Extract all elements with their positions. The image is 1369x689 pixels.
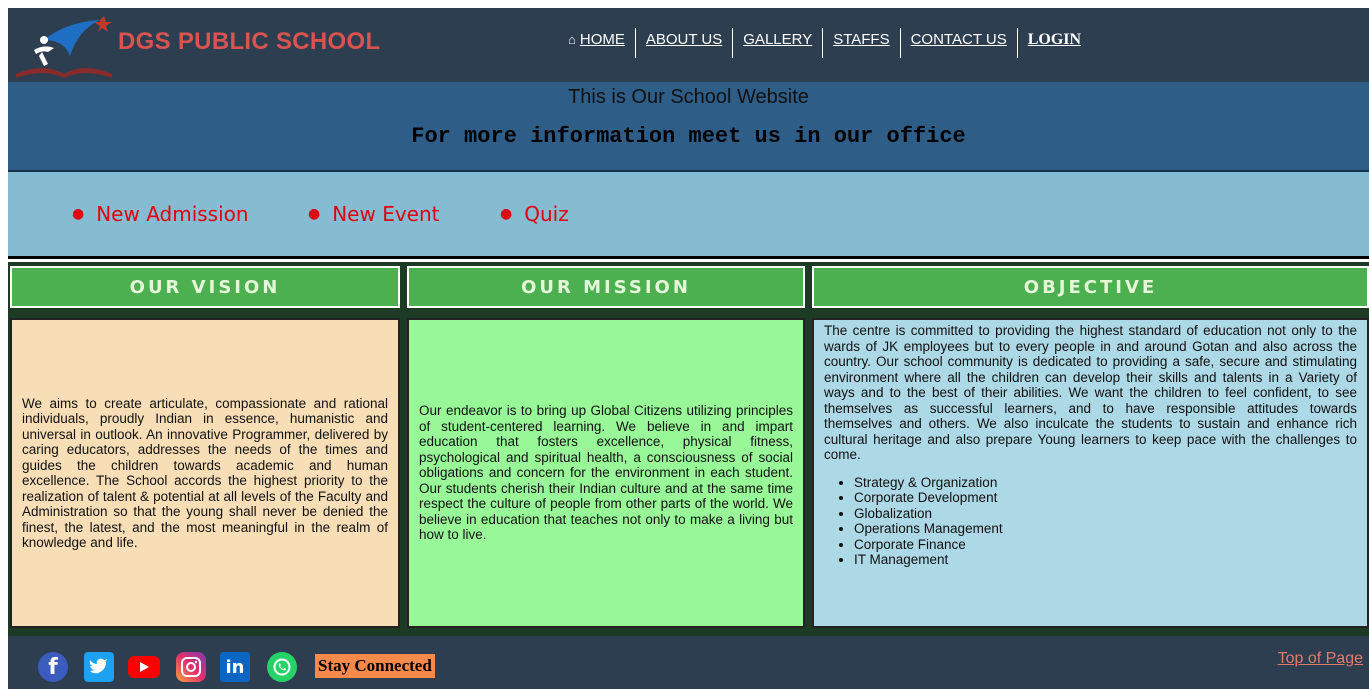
notice-label: New Event bbox=[332, 202, 440, 226]
nav-home[interactable]: ⌂ HOME bbox=[568, 28, 636, 58]
objective-list: Strategy & Organization Corporate Develo… bbox=[824, 475, 1357, 568]
mission-text: Our endeavor is to bring up Global Citiz… bbox=[419, 403, 793, 543]
twitter-icon[interactable] bbox=[84, 652, 114, 682]
notice-label: New Admission bbox=[96, 202, 249, 226]
top-of-page-link[interactable]: Top of Page bbox=[1278, 650, 1363, 668]
main-nav: ⌂ HOME ABOUT US GALLERY STAFFS CONTACT US… bbox=[568, 28, 1091, 62]
nav-gallery[interactable]: GALLERY bbox=[733, 28, 824, 58]
page-left-strip bbox=[0, 0, 8, 689]
mission-heading: OUR MISSION bbox=[407, 266, 805, 308]
list-item: Corporate Development bbox=[854, 490, 1357, 506]
vision-heading: OUR VISION bbox=[10, 266, 400, 308]
notice-new-event[interactable]: ● New Event bbox=[308, 202, 440, 226]
banner-subtitle: For more information meet us in our offi… bbox=[411, 124, 966, 149]
bullet-icon: ● bbox=[72, 206, 85, 222]
nav-staffs[interactable]: STAFFS bbox=[823, 28, 901, 58]
notice-quiz[interactable]: ● Quiz bbox=[500, 202, 569, 226]
stay-connected-label: Stay Connected bbox=[315, 654, 435, 678]
list-item: IT Management bbox=[854, 552, 1357, 568]
notice-bar: ● New Admission ● New Event ● Quiz bbox=[8, 172, 1369, 259]
nav-login[interactable]: LOGIN bbox=[1018, 28, 1091, 58]
site-header: DGS PUBLIC SCHOOL ⌂ HOME ABOUT US GALLERY… bbox=[8, 8, 1369, 82]
list-item: Globalization bbox=[854, 506, 1357, 522]
objective-panel: The centre is committed to providing the… bbox=[812, 318, 1369, 628]
school-name: DGS PUBLIC SCHOOL bbox=[118, 28, 381, 55]
notice-label: Quiz bbox=[524, 202, 569, 226]
whatsapp-icon[interactable] bbox=[267, 652, 297, 682]
notice-new-admission[interactable]: ● New Admission bbox=[72, 202, 249, 226]
instagram-icon[interactable] bbox=[176, 652, 206, 682]
list-item: Operations Management bbox=[854, 521, 1357, 537]
welcome-banner: This is Our School Website For more info… bbox=[8, 82, 1369, 172]
site-footer: f in Stay Connected Top of Page bbox=[8, 636, 1369, 689]
nav-about-us[interactable]: ABOUT US bbox=[636, 28, 734, 58]
objective-heading: OBJECTIVE bbox=[812, 266, 1369, 308]
facebook-icon[interactable]: f bbox=[38, 652, 68, 682]
bullet-icon: ● bbox=[308, 206, 321, 222]
linkedin-icon[interactable]: in bbox=[220, 652, 250, 682]
banner-title: This is Our School Website bbox=[568, 86, 809, 108]
list-item: Strategy & Organization bbox=[854, 475, 1357, 491]
home-icon: ⌂ bbox=[568, 32, 576, 47]
vision-panel: We aims to create articulate, compassion… bbox=[10, 318, 400, 628]
bullet-icon: ● bbox=[500, 206, 513, 222]
objective-text: The centre is committed to providing the… bbox=[824, 323, 1357, 462]
youtube-icon[interactable] bbox=[128, 656, 160, 678]
school-logo bbox=[16, 16, 112, 78]
list-item: Corporate Finance bbox=[854, 537, 1357, 553]
nav-contact-us[interactable]: CONTACT US bbox=[901, 28, 1018, 58]
nav-home-label: HOME bbox=[579, 31, 625, 48]
vision-text: We aims to create articulate, compassion… bbox=[22, 395, 388, 551]
mission-panel: Our endeavor is to bring up Global Citiz… bbox=[407, 318, 805, 628]
